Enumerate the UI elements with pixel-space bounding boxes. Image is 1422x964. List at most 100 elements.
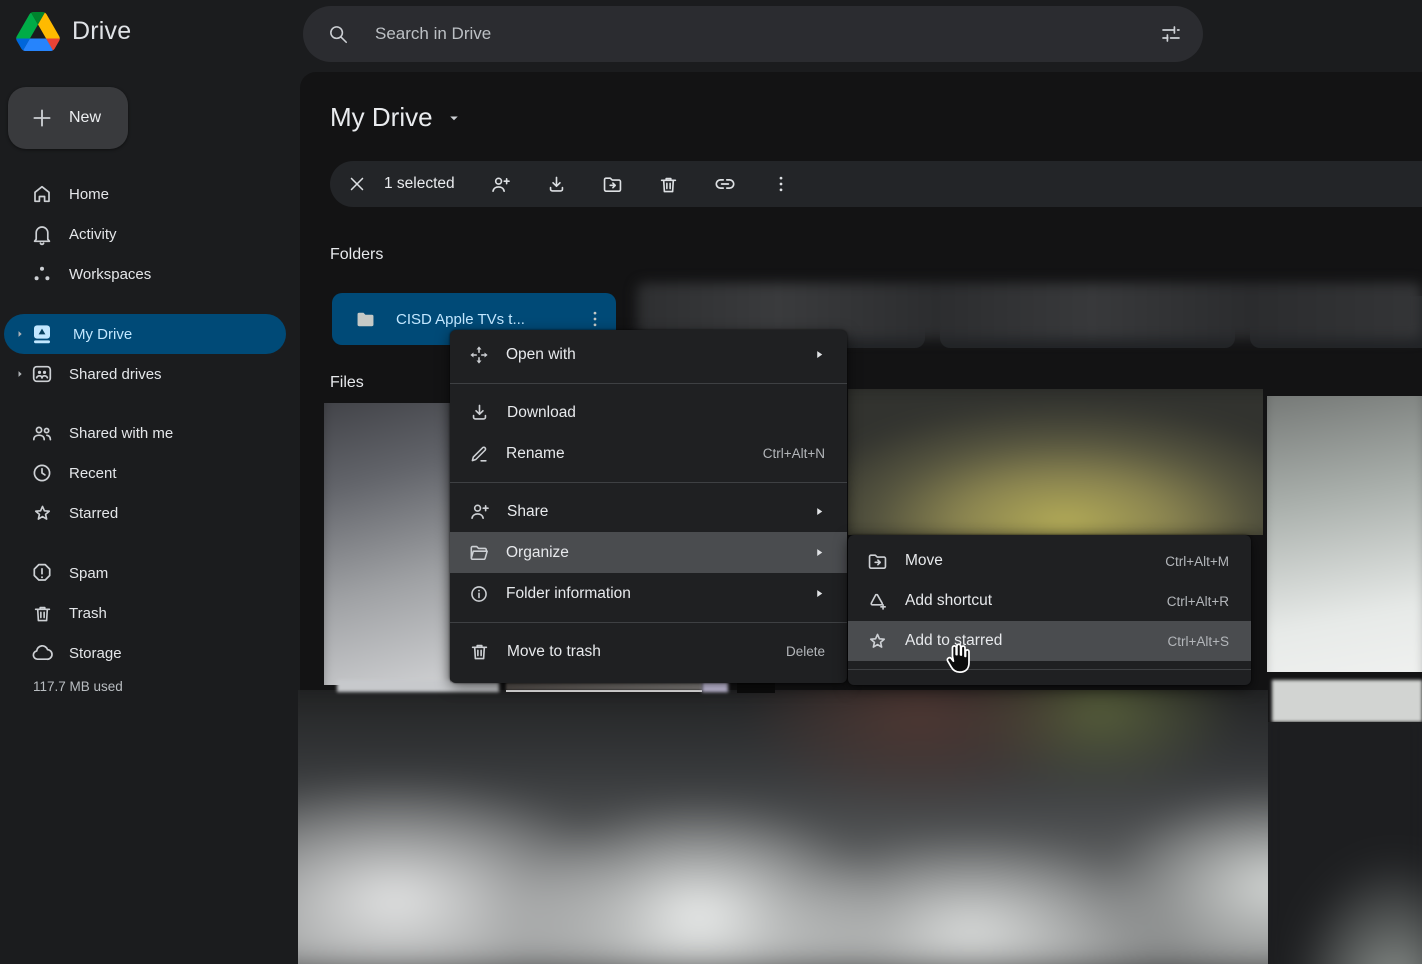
submenu-arrow-icon <box>814 349 825 360</box>
sidebar-item-storage[interactable]: Storage <box>0 633 292 673</box>
sidebar-item-workspaces[interactable]: Workspaces <box>0 254 292 294</box>
trash-icon[interactable] <box>657 173 680 196</box>
submenu-item-move[interactable]: Move Ctrl+Alt+M <box>848 541 1251 581</box>
sidebar-item-shared-with-me[interactable]: Shared with me <box>0 413 292 453</box>
cloud-icon <box>30 641 54 665</box>
page-title: My Drive <box>330 102 433 133</box>
menu-item-organize[interactable]: Organize <box>450 532 847 573</box>
sidebar-item-my-drive[interactable]: My Drive <box>4 314 286 354</box>
file-card-thumbnail[interactable] <box>324 403 450 685</box>
file-card-fragment <box>1272 680 1422 722</box>
menu-item-label: Add shortcut <box>905 592 1155 610</box>
submenu-item-add-to-starred[interactable]: Add to starred Ctrl+Alt+S <box>848 621 1251 661</box>
more-vert-icon[interactable] <box>584 308 606 330</box>
folders-section-label: Folders <box>330 246 383 264</box>
plus-icon <box>29 105 55 131</box>
sidebar-item-label: Trash <box>69 605 107 622</box>
menu-item-label: Share <box>507 503 802 521</box>
person-add-icon[interactable] <box>489 173 512 196</box>
submenu-arrow-icon <box>814 547 825 558</box>
file-card-blurred <box>1268 722 1422 964</box>
sidebar-item-shared-drives[interactable]: Shared drives <box>0 354 292 394</box>
menu-item-folder-information[interactable]: Folder information <box>450 573 847 614</box>
context-menu: Open with Download Rename Ctrl+Alt+N Sha… <box>450 330 847 683</box>
bell-icon <box>30 222 54 246</box>
app-title: Drive <box>72 17 131 46</box>
menu-item-label: Download <box>507 404 825 422</box>
menu-item-open-with[interactable]: Open with <box>450 334 847 375</box>
pencil-icon <box>468 443 490 465</box>
menu-divider <box>848 669 1251 670</box>
menu-item-label: Folder information <box>506 585 802 603</box>
submenu-item-add-shortcut[interactable]: Add shortcut Ctrl+Alt+R <box>848 581 1251 621</box>
folder-move-icon <box>866 550 889 573</box>
tune-filter-icon[interactable] <box>1159 22 1183 46</box>
menu-item-label: Move to trash <box>507 643 774 661</box>
shared-drives-icon <box>30 362 54 386</box>
close-icon[interactable] <box>346 173 368 195</box>
search-bar[interactable]: Search in Drive <box>303 6 1203 62</box>
selected-count: 1 selected <box>384 175 455 193</box>
sidebar-item-spam[interactable]: Spam <box>0 553 292 593</box>
submenu-arrow-icon <box>814 588 825 599</box>
files-row-blurred[interactable] <box>298 690 1268 964</box>
workspaces-icon <box>30 262 54 286</box>
menu-item-download[interactable]: Download <box>450 392 847 433</box>
open-with-icon <box>468 344 490 366</box>
file-card-fragment <box>506 682 702 690</box>
menu-divider <box>450 383 847 384</box>
people-icon <box>30 421 54 445</box>
sidebar-item-activity[interactable]: Activity <box>0 214 292 254</box>
menu-item-share[interactable]: Share <box>450 491 847 532</box>
menu-item-label: Add to starred <box>905 632 1155 650</box>
new-button[interactable]: New <box>8 87 128 149</box>
file-card-thumbnail[interactable] <box>848 389 1263 535</box>
spam-icon <box>30 561 54 585</box>
menu-item-rename[interactable]: Rename Ctrl+Alt+N <box>450 433 847 474</box>
sidebar-item-starred[interactable]: Starred <box>0 493 292 533</box>
brand-header: Drive <box>16 12 131 51</box>
download-icon[interactable] <box>545 173 568 196</box>
menu-item-label: Organize <box>506 544 802 562</box>
folder-move-icon[interactable] <box>601 173 624 196</box>
menu-item-label: Open with <box>506 346 802 364</box>
folder-open-icon <box>468 542 490 564</box>
trash-icon <box>468 640 491 663</box>
menu-shortcut: Delete <box>786 644 825 659</box>
download-icon <box>468 401 491 424</box>
file-card-thumbnail[interactable] <box>1267 396 1422 672</box>
menu-item-label: Rename <box>506 445 751 463</box>
menu-divider <box>450 482 847 483</box>
star-icon <box>866 630 889 653</box>
folder-chip-name: CISD Apple TVs t... <box>396 311 584 328</box>
info-icon <box>468 583 490 605</box>
menu-shortcut: Ctrl+Alt+M <box>1165 554 1229 569</box>
sidebar-item-trash[interactable]: Trash <box>0 593 292 633</box>
sidebar-item-recent[interactable]: Recent <box>0 453 292 493</box>
star-icon <box>30 502 54 525</box>
chevron-down-icon <box>445 109 463 127</box>
sidebar-item-home[interactable]: Home <box>0 174 292 214</box>
files-section-label: Files <box>330 374 364 392</box>
sidebar-item-label: Recent <box>69 465 117 482</box>
submenu-arrow-icon <box>814 506 825 517</box>
breadcrumb-my-drive[interactable]: My Drive <box>330 102 463 133</box>
expand-caret-icon[interactable] <box>15 369 25 379</box>
sidebar-item-label: Spam <box>69 565 108 582</box>
search-icon[interactable] <box>327 23 349 45</box>
sidebar-item-label: My Drive <box>73 326 132 343</box>
file-card-fragment <box>506 690 702 692</box>
selection-toolbar: 1 selected <box>330 161 1422 207</box>
folder-icon <box>354 308 377 331</box>
storage-used-label: 117.7 MB used <box>33 679 123 694</box>
sidebar-item-label: Storage <box>69 645 122 662</box>
sidebar-item-label: Home <box>69 186 109 203</box>
more-vert-icon[interactable] <box>770 173 792 195</box>
link-icon[interactable] <box>713 172 737 196</box>
sidebar-item-label: Shared drives <box>69 366 162 383</box>
drive-app-window: Drive Search in Drive New Home Activity … <box>0 0 1422 964</box>
expand-caret-icon[interactable] <box>15 329 25 339</box>
menu-item-move-to-trash[interactable]: Move to trash Delete <box>450 631 847 672</box>
organize-submenu: Move Ctrl+Alt+M Add shortcut Ctrl+Alt+R … <box>848 535 1251 685</box>
menu-shortcut: Ctrl+Alt+R <box>1167 594 1229 609</box>
